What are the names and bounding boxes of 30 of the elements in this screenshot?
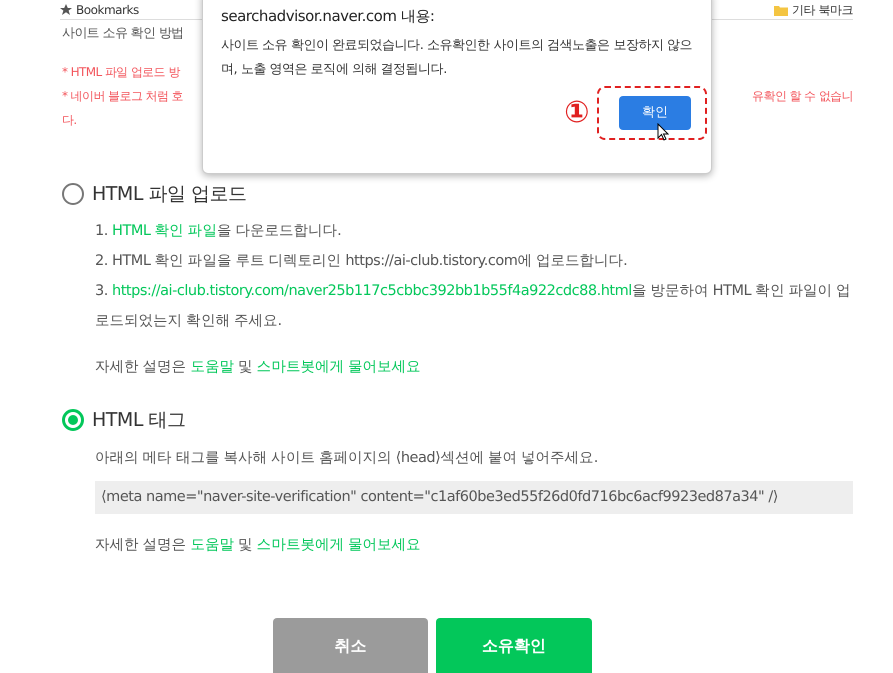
radio-button[interactable] bbox=[62, 409, 84, 432]
text-link[interactable]: 도움말 bbox=[190, 359, 234, 375]
confirm-button[interactable]: 소유확인 bbox=[436, 618, 592, 673]
dialog-message: 사이트 소유 확인이 완료되었습니다. 소유확인한 사이트의 검색노출은 보장하지 않으며, 노출 영역은 로직에 의해 결정됩니다. bbox=[221, 36, 693, 78]
text-link[interactable]: https://ai-club.tistory.com/naver25b117c5cbbc392bb1b55f4a922cdc88.html bbox=[112, 283, 632, 299]
notice-text: 유확인 할 수 없습니 bbox=[752, 88, 853, 104]
text-link[interactable]: 스마트봇에게 물어보세요 bbox=[256, 359, 421, 375]
instruction-step: 2. HTML 확인 파일을 루트 디렉토리인 https://ai-club.tistory.com에 업로드합니다. bbox=[62, 246, 853, 276]
notice-text: * HTML 파일 업로드 방 bbox=[62, 64, 180, 80]
bookmark-link[interactable]: 기타 북마크 bbox=[792, 0, 853, 18]
page-title: 사이트 소유 확인 방법 bbox=[62, 25, 185, 43]
text-link[interactable]: 도움말 bbox=[190, 537, 234, 554]
bookmark-link[interactable]: Bookmarks bbox=[76, 0, 139, 18]
instruction-text: 아래의 메타 태그를 복사해 사이트 홈페이지의 ⟨head⟩섹션에 붙여 넣어주세요. bbox=[94, 448, 599, 468]
notice-text: * 네이버 블로그 처럼 호 bbox=[62, 88, 183, 104]
help-text: 자세한 설명은 도움말 및 스마트봇에게 물어보세요 bbox=[94, 536, 422, 556]
option-label: HTML 파일 업로드 bbox=[92, 182, 247, 206]
instruction-step: 3. https://ai-club.tistory.com/naver25b117c5cbbc392bb1b55f4a922cdc88.html을 방문하여 HTML 확인 파일이 업로드되었는지 확인해 주세요. bbox=[62, 276, 853, 336]
instruction-step: 1. HTML 확인 파일을 다운로드합니다. bbox=[62, 216, 853, 246]
meta-tag-code: ⟨meta name="naver-site-verification" content="c1af60be3ed55f26d0fd716bc6acf9923ed87a34" /⟩ bbox=[95, 480, 853, 514]
option-label: HTML 태그 bbox=[92, 408, 186, 433]
notice-text: 다. bbox=[62, 112, 77, 128]
ok-button[interactable]: 확인 bbox=[619, 96, 691, 130]
text-link[interactable]: HTML 확인 파일 bbox=[112, 223, 217, 239]
dialog-title: searchadvisor.naver.com 내용: bbox=[221, 6, 436, 27]
cancel-button[interactable]: 취소 bbox=[273, 618, 428, 673]
radio-button[interactable] bbox=[62, 182, 84, 205]
step-number: ① bbox=[564, 98, 589, 128]
text-link[interactable]: 스마트봇에게 물어보세요 bbox=[256, 537, 421, 554]
help-text: 자세한 설명은 도움말 및 스마트봇에게 물어보세요 bbox=[94, 358, 422, 377]
